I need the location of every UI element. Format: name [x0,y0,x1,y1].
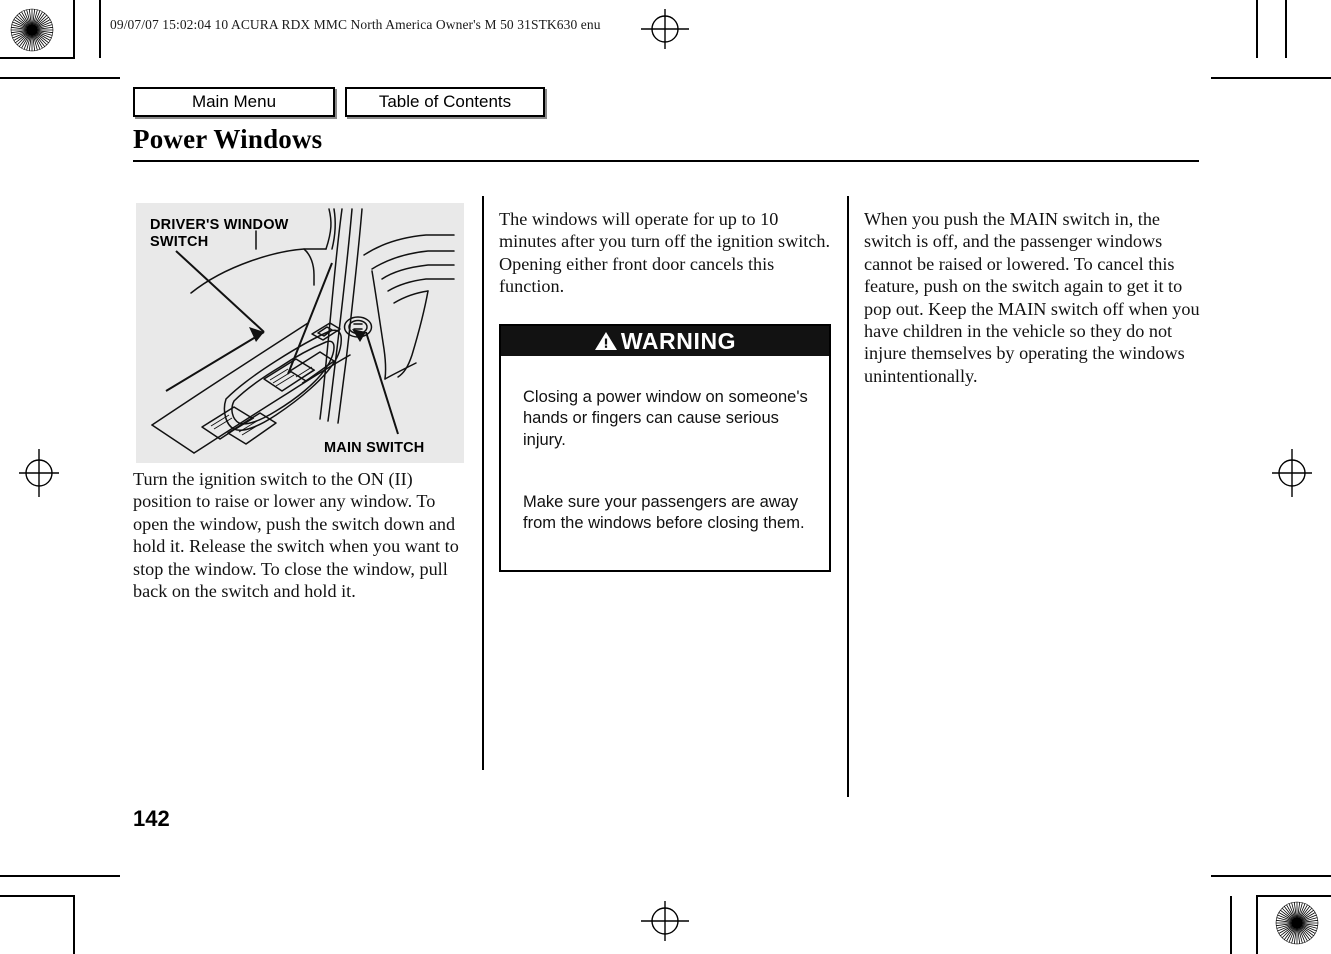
registration-crosshair-right-center [1272,449,1312,497]
crop-mark-bottom-right-vertical-2 [1230,896,1232,954]
crop-mark-top-right-vertical [1256,0,1258,58]
warning-body-text: Closing a power window on someone's hand… [501,356,829,570]
main-menu-button[interactable]: Main Menu [133,87,335,117]
warning-title: WARNING [620,327,737,354]
left-column-body-text: Turn the ignition switch to the ON (II) … [133,469,459,602]
crop-mark-bottom-left-vertical [73,896,75,954]
warning-box: WARNING Closing a power window on someon… [499,324,831,572]
crop-mark-bottom-left-horizontal-2 [0,895,75,897]
registration-crosshair-bottom-center [641,901,689,941]
crop-mark-top-left-vertical [73,0,75,58]
crop-mark-top-left-vertical-2 [99,0,101,58]
warning-triangle-icon [594,332,617,350]
registration-starburst-bottom-right [1275,901,1319,945]
callout-label-main-switch: MAIN SWITCH [324,440,425,456]
crop-mark-top-left-horizontal-2 [0,77,120,79]
door-panel-switch-illustration: DRIVER'S WINDOW SWITCH MAIN SWITCH [136,203,464,463]
page-number: 142 [133,806,170,831]
crop-mark-bottom-right-vertical [1256,896,1258,954]
print-job-header: 09/07/07 15:02:04 10 ACURA RDX MMC North… [110,17,601,32]
crop-mark-bottom-right-horizontal [1256,895,1331,897]
warning-paragraph-1: Closing a power window on someone's hand… [523,387,808,449]
crop-mark-top-right-horizontal [1211,77,1331,79]
warning-header-bar: WARNING [501,326,829,356]
page-title: Power Windows [133,124,323,154]
crop-mark-top-left-horizontal [0,57,75,59]
title-underline-rule [133,160,1199,162]
right-column-body-text: When you push the MAIN switch in, the sw… [864,209,1200,386]
table-of-contents-button[interactable]: Table of Contents [345,87,545,117]
callout-label-drivers-window-switch: DRIVER'S WINDOW SWITCH [150,217,289,250]
column-divider-right [847,196,849,797]
crop-mark-top-right-vertical-2 [1285,0,1287,58]
middle-column-body-text: The windows will operate for up to 10 mi… [499,209,831,297]
column-divider-left [482,196,484,770]
registration-starburst-top-left [10,8,54,52]
crop-mark-bottom-left-horizontal [0,875,120,877]
registration-crosshair-left-center [19,449,59,497]
crop-mark-bottom-right-horizontal-2 [1211,875,1331,877]
registration-crosshair-top-center [641,9,689,49]
warning-paragraph-2: Make sure your passengers are away from … [523,492,805,533]
